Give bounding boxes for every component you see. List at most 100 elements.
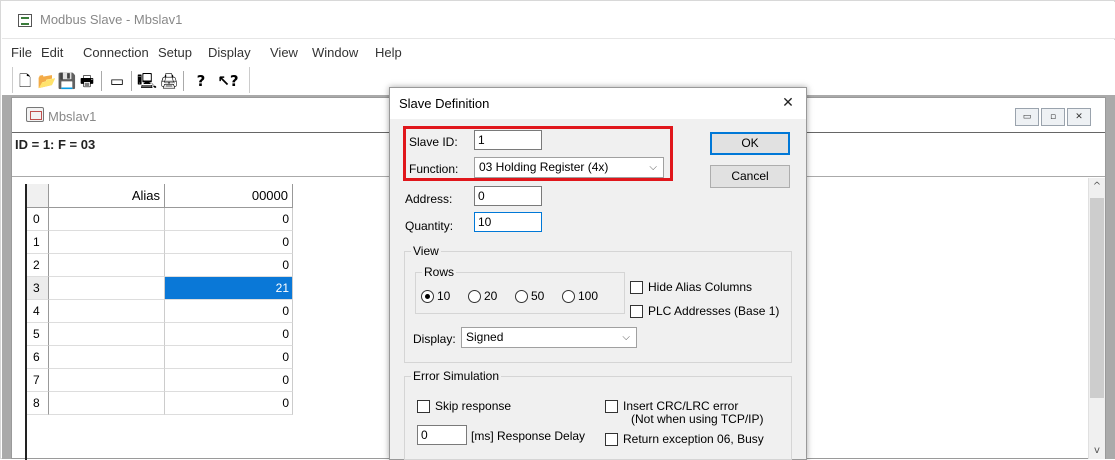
dialog-title: Slave Definition: [399, 96, 490, 111]
save-icon[interactable]: 💾: [57, 71, 77, 91]
return-exception-checkbox[interactable]: [605, 433, 618, 446]
display-select[interactable]: Signed ⌵: [461, 327, 637, 348]
new-icon[interactable]: 🗋: [15, 71, 35, 91]
slave-definition-dialog: Slave Definition ✕ Slave ID: 1 Function:…: [389, 87, 807, 460]
rows-group-caption: Rows: [422, 265, 457, 279]
return-exception-label: Return exception 06, Busy: [623, 432, 764, 446]
value-cell[interactable]: 0: [165, 369, 293, 392]
app-titlebar: Modbus Slave - Mbslav1: [2, 2, 1115, 39]
value-cell[interactable]: 0: [165, 300, 293, 323]
rows-100-label: 100: [578, 289, 599, 303]
row-number: 6: [27, 346, 49, 369]
minimize-icon[interactable]: ▭: [1015, 108, 1039, 126]
toolbar-group: 🗋 📂 💾 🖶 ▭ 🖳 🖨 ? ↖?: [12, 67, 250, 93]
value-cell[interactable]: 0: [165, 208, 293, 231]
rows-10-radio[interactable]: [421, 290, 434, 303]
vertical-scrollbar[interactable]: ^ v: [1088, 178, 1105, 459]
rows-50-radio[interactable]: [515, 290, 528, 303]
row-number: 7: [27, 369, 49, 392]
menu-window[interactable]: Window: [312, 45, 358, 60]
alias-cell[interactable]: [49, 392, 165, 415]
quantity-label: Quantity:: [405, 219, 454, 233]
rows-20-radio[interactable]: [468, 290, 481, 303]
row-number: 4: [27, 300, 49, 323]
address-label: Address:: [405, 192, 453, 206]
display-label: Display:: [413, 332, 456, 346]
scroll-down-icon[interactable]: v: [1089, 442, 1105, 459]
menu-view[interactable]: View: [270, 45, 298, 60]
alias-cell[interactable]: [49, 254, 165, 277]
print-icon[interactable]: 🖶: [77, 71, 97, 91]
close-icon[interactable]: ✕: [778, 93, 798, 113]
close-icon[interactable]: ✕: [1067, 108, 1091, 126]
column-header-address[interactable]: 00000: [165, 184, 293, 208]
menu-bar: File Edit Connection Setup Display View …: [2, 40, 1115, 65]
modbus-app-icon: [18, 14, 32, 27]
row-number: 0: [27, 208, 49, 231]
value-cell[interactable]: 0: [165, 392, 293, 415]
connect-icon[interactable]: 🖳: [137, 71, 157, 91]
response-delay-field[interactable]: 0: [417, 425, 467, 445]
column-header-alias[interactable]: Alias: [49, 184, 165, 208]
alias-cell[interactable]: [49, 300, 165, 323]
register-grid: Alias 00000 0 0 1 0 2 0 3 21 4 0 5 0 6 0…: [25, 184, 295, 460]
row-number: 5: [27, 323, 49, 346]
insert-crc-checkbox[interactable]: [605, 400, 618, 413]
rows-10-label: 10: [437, 289, 451, 303]
alias-cell[interactable]: [49, 346, 165, 369]
child-title: Mbslav1: [48, 109, 97, 124]
error-simulation-group: Error Simulation Skip response Insert CR…: [404, 369, 792, 460]
quantity-field[interactable]: 10: [474, 212, 542, 232]
alias-cell[interactable]: [49, 369, 165, 392]
address-field[interactable]: 0: [474, 186, 542, 206]
grid-corner: [27, 184, 49, 208]
menu-help[interactable]: Help: [375, 45, 402, 60]
value-cell[interactable]: 0: [165, 254, 293, 277]
open-icon[interactable]: 📂: [37, 71, 57, 91]
row-number: 2: [27, 254, 49, 277]
menu-connection[interactable]: Connection: [83, 45, 149, 60]
value-cell[interactable]: 0: [165, 346, 293, 369]
window-icon[interactable]: ▭: [107, 71, 127, 91]
row-number: 3: [27, 277, 49, 300]
annotation-highlight-box: [403, 126, 673, 181]
toolbar-separator: [183, 71, 184, 91]
response-delay-label: [ms] Response Delay: [471, 429, 586, 443]
value-cell[interactable]: 0: [165, 231, 293, 254]
id-function-text: ID = 1: F = 03: [15, 137, 96, 152]
insert-crc-note: (Not when using TCP/IP): [631, 412, 764, 426]
menu-file[interactable]: File: [11, 45, 32, 60]
view-group-caption: View: [411, 244, 441, 258]
error-simulation-caption: Error Simulation: [411, 369, 502, 383]
menu-edit[interactable]: Edit: [41, 45, 63, 60]
alias-cell[interactable]: [49, 323, 165, 346]
skip-response-checkbox[interactable]: [417, 400, 430, 413]
rows-20-label: 20: [484, 289, 498, 303]
about-icon[interactable]: ?: [191, 71, 211, 91]
insert-crc-label: Insert CRC/LRC error: [623, 399, 739, 413]
scroll-up-icon[interactable]: ^: [1089, 178, 1105, 195]
hide-alias-checkbox[interactable]: [630, 281, 643, 294]
rows-100-radio[interactable]: [562, 290, 575, 303]
document-icon: [26, 107, 44, 122]
dialog-titlebar: Slave Definition ✕: [390, 88, 806, 119]
alias-cell[interactable]: [49, 208, 165, 231]
alias-cell[interactable]: [49, 277, 165, 300]
value-cell[interactable]: 0: [165, 323, 293, 346]
alias-cell[interactable]: [49, 231, 165, 254]
value-cell-selected[interactable]: 21: [165, 277, 293, 300]
restore-icon[interactable]: ▫: [1041, 108, 1065, 126]
rows-50-label: 50: [531, 289, 545, 303]
row-number: 8: [27, 392, 49, 415]
hide-alias-label: Hide Alias Columns: [648, 280, 753, 294]
child-window-controls: ▭ ▫ ✕: [1015, 108, 1091, 126]
ok-button[interactable]: OK: [710, 132, 790, 155]
menu-display[interactable]: Display: [208, 45, 251, 60]
disconnect-icon[interactable]: 🖨: [159, 71, 179, 91]
cancel-button[interactable]: Cancel: [710, 165, 790, 188]
menu-setup[interactable]: Setup: [158, 45, 192, 60]
app-title: Modbus Slave - Mbslav1: [40, 12, 183, 27]
plc-addresses-checkbox[interactable]: [630, 305, 643, 318]
help-icon[interactable]: ↖?: [213, 71, 243, 91]
scroll-thumb[interactable]: [1090, 198, 1104, 398]
